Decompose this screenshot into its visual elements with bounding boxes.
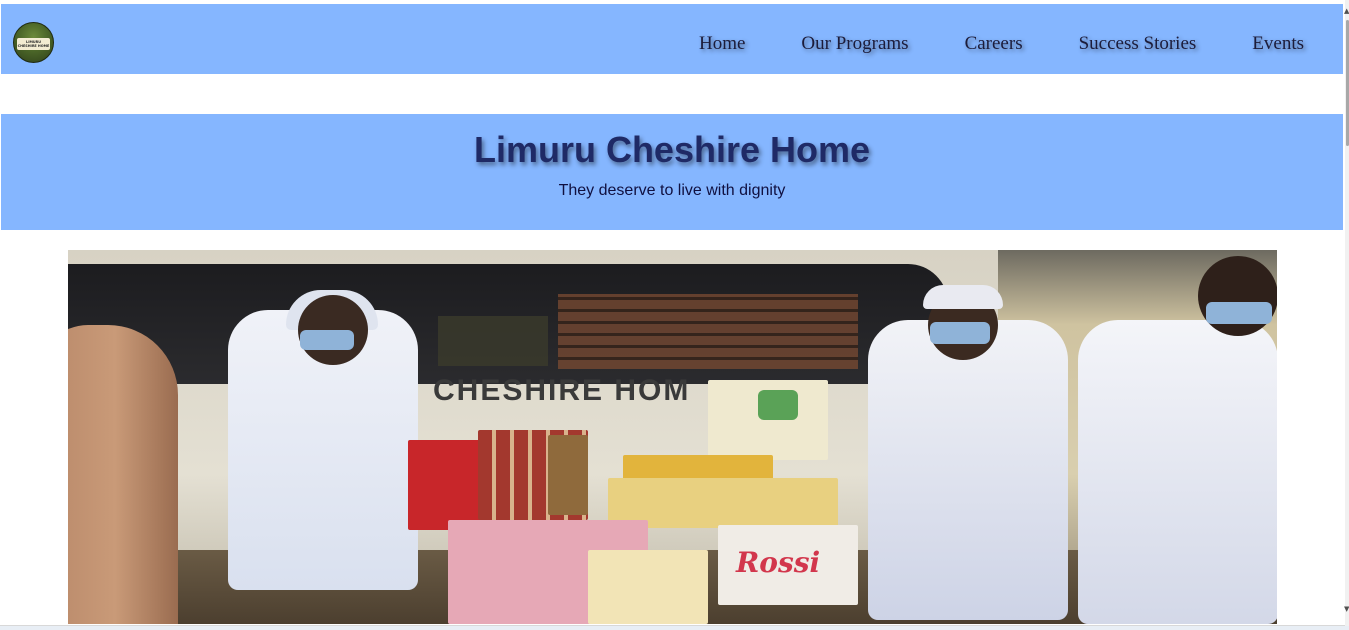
donation-photo: CHESHIRE HOM Rossi [68,250,1277,624]
photo-van-lettering: CHESHIRE HOM [433,374,691,407]
logo-text: LIMURU CHESHIRE HOME [14,38,53,50]
nav-link-our-programs[interactable]: Our Programs [801,29,908,59]
nav-link-success-stories[interactable]: Success Stories [1079,29,1197,59]
page-title: Limuru Cheshire Home [473,129,871,170]
page: LIMURU CHESHIRE HOME Home Our Programs C… [0,0,1345,626]
site-logo[interactable]: LIMURU CHESHIRE HOME [13,22,54,63]
nav-link-careers[interactable]: Careers [965,29,1023,59]
photo-hand [68,325,178,624]
nav-links: Home Our Programs Careers Success Storie… [699,29,1304,59]
photo-person-3-head [1198,256,1277,336]
logo-line-2: CHESHIRE HOME [17,44,50,48]
hero-banner: Limuru Cheshire Home They deserve to liv… [1,114,1343,230]
photo-van-window-reflection [558,294,858,369]
photo-person-2-mask [930,322,990,344]
scroll-down-arrow-icon[interactable]: ▼ [1344,604,1349,614]
photo-person-3 [1078,320,1277,624]
photo-red-package [408,440,488,530]
nav-link-home[interactable]: Home [699,29,745,59]
nav-link-events[interactable]: Events [1252,29,1304,59]
photo-cake-box-logo [758,390,798,420]
window-bottom-edge [0,626,1349,630]
photo-yellow-box-1 [623,455,773,480]
scroll-up-arrow-icon[interactable]: ▲ [1344,6,1349,16]
photo-person-1-mask [300,330,354,350]
photo-person-3-mask [1206,302,1272,324]
photo-cream-packages [588,550,708,624]
photo-van-window [68,264,948,384]
photo-brown-box [548,435,588,515]
photo-van-window-reflection-2 [438,316,548,366]
page-tagline: They deserve to live with dignity [558,182,786,199]
photo-person-2-veil [923,285,1003,309]
photo-person-2 [868,320,1068,620]
navbar: LIMURU CHESHIRE HOME Home Our Programs C… [1,4,1343,74]
photo-rossi-label: Rossi [736,546,821,579]
